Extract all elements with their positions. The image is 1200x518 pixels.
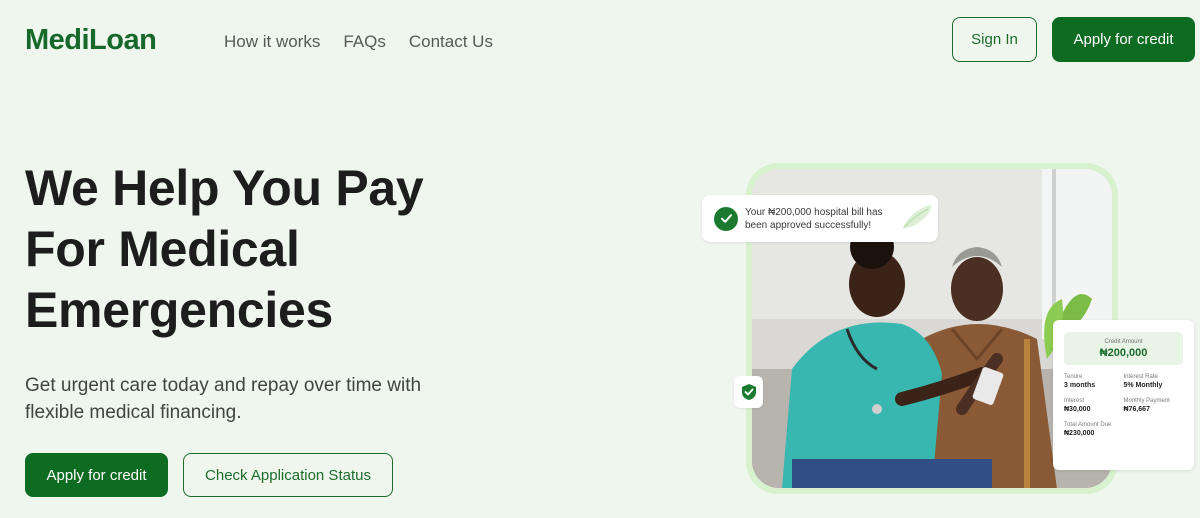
leaf-icon xyxy=(898,201,934,240)
credit-detail-label: Monthly Payment xyxy=(1123,398,1170,404)
credit-detail-interest: Interest ₦30,000 xyxy=(1064,398,1124,413)
credit-detail-value: ₦30,000 xyxy=(1064,406,1091,413)
nav-link-how-it-works[interactable]: How it works xyxy=(224,32,320,52)
credit-detail-label: Interest xyxy=(1064,398,1085,404)
check-circle-icon xyxy=(714,206,738,231)
credit-detail-label: Total Amount Due xyxy=(1064,422,1112,428)
credit-detail-total-due: Total Amount Due ₦230,000 xyxy=(1064,422,1124,437)
shield-check-icon xyxy=(734,376,763,408)
sign-in-button[interactable]: Sign In xyxy=(952,17,1037,62)
hero-subtitle: Get urgent care today and repay over tim… xyxy=(25,375,422,423)
credit-detail-tenure: Tenure 3 months xyxy=(1064,374,1124,389)
credit-amount-box: Credit Amount ₦200,000 xyxy=(1064,332,1183,365)
credit-detail-label: Interest Rate xyxy=(1123,374,1158,380)
nav-link-faqs[interactable]: FAQs xyxy=(343,32,386,52)
brand-logo[interactable]: MediLoan xyxy=(25,24,157,57)
hero-title: We Help You Pay For Medical Emergencies xyxy=(25,160,424,338)
apply-for-credit-button[interactable]: Apply for credit xyxy=(25,453,168,497)
approval-notification: Your ₦200,000 hospital bill has been app… xyxy=(702,195,938,242)
credit-detail-interest-rate: Interest Rate 5% Monthly xyxy=(1124,374,1184,389)
nav-link-contact-us[interactable]: Contact Us xyxy=(409,32,493,52)
check-status-button[interactable]: Check Application Status xyxy=(183,453,393,497)
credit-summary-card: Credit Amount ₦200,000 Tenure 3 months I… xyxy=(1053,320,1194,470)
main-nav: How it works FAQs Contact Us xyxy=(224,32,493,52)
credit-detail-value: 3 months xyxy=(1064,382,1096,389)
nav-apply-button[interactable]: Apply for credit xyxy=(1052,17,1195,62)
credit-detail-value: 5% Monthly xyxy=(1123,382,1163,389)
credit-details-grid: Tenure 3 months Interest Rate 5% Monthly… xyxy=(1064,374,1183,437)
credit-amount-label: Credit Amount xyxy=(1104,338,1143,345)
page: MediLoan How it works FAQs Contact Us Si… xyxy=(0,0,1200,518)
credit-detail-value: ₦76,667 xyxy=(1123,406,1150,413)
credit-detail-value: ₦230,000 xyxy=(1064,430,1095,437)
credit-detail-label: Tenure xyxy=(1064,374,1083,380)
credit-amount-value: ₦200,000 xyxy=(1099,346,1148,359)
notification-text: Your ₦200,000 hospital bill has been app… xyxy=(745,206,883,231)
credit-detail-monthly-payment: Monthly Payment ₦76,667 xyxy=(1124,398,1184,413)
